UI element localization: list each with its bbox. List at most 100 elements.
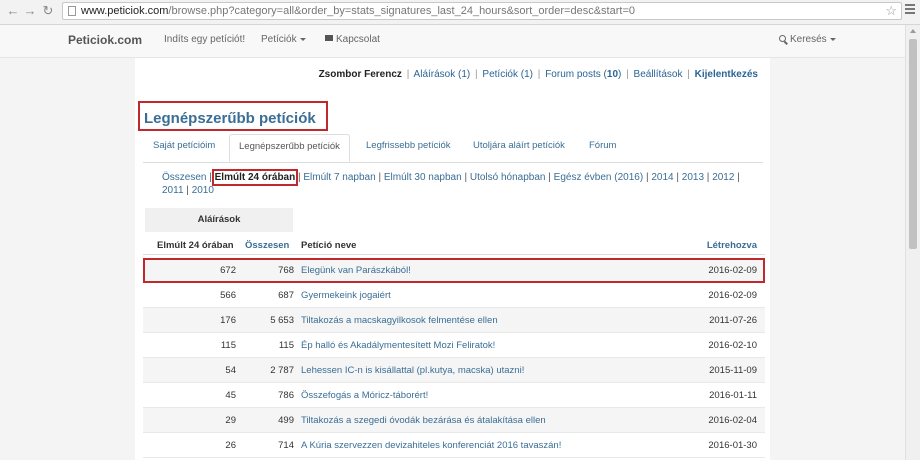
filter-separator: | — [378, 172, 382, 183]
page-icon — [68, 6, 76, 16]
filter-2010[interactable]: 2010 — [192, 185, 214, 196]
tab-my-petitions[interactable]: Saját petícióim — [153, 140, 215, 151]
back-arrow-icon[interactable]: ← — [5, 3, 21, 19]
filter-all[interactable]: Összesen — [162, 172, 206, 183]
site-brand[interactable]: Peticiok.com — [68, 33, 142, 47]
site-navbar: Peticiok.com Indíts egy petíciót! Petíci… — [0, 25, 905, 58]
logout-link[interactable]: Kijelentkezés — [695, 69, 758, 80]
filter-separator: | — [209, 172, 212, 183]
col-header-total[interactable]: Összesen — [245, 240, 289, 251]
filter-2013[interactable]: 2013 — [682, 172, 704, 183]
row-created: 2016-02-09 — [708, 265, 757, 276]
scroll-up-arrow-icon[interactable] — [910, 29, 916, 33]
row-petition-link[interactable]: Lehessen IC-n is kisállattal (pl.kutya, … — [301, 365, 524, 376]
row-last24: 26 — [225, 440, 236, 451]
signatures-link[interactable]: Aláírások (1) — [414, 69, 471, 80]
caret-down-icon — [299, 37, 306, 41]
col-header-created[interactable]: Létrehozva — [707, 240, 757, 251]
row-last24: 115 — [220, 340, 236, 351]
bookmark-star-icon[interactable]: ☆ — [885, 3, 897, 19]
contact-link[interactable]: Kapcsolat — [325, 34, 380, 45]
filter-2012[interactable]: 2012 — [712, 172, 734, 183]
username: Zsombor Ferencz — [318, 69, 402, 80]
search-icon — [779, 34, 786, 42]
signatures-count: (1) — [458, 69, 471, 80]
filter-separator: | — [186, 185, 189, 196]
table-row: 29 499 Tiltakozás a szegedi óvodák bezár… — [143, 408, 765, 433]
table-row: 672 768 Elegünk van Parászkából! 2016-02… — [143, 258, 765, 283]
table-row: 115 115 Ép halló és Akadálymentesített M… — [143, 333, 765, 358]
tab-most-popular[interactable]: Legnépszerűbb petíciók — [229, 134, 350, 162]
table-row: 566 687 Gyermekeink jogaiért 2016-02-09 — [143, 283, 765, 308]
filter-separator: | — [548, 172, 551, 183]
row-petition-link[interactable]: Tiltakozás a szegedi óvodák bezárása és … — [301, 415, 546, 426]
filter-last-7d[interactable]: Elmúlt 7 napban — [303, 172, 375, 183]
row-petition-link[interactable]: Összefogás a Móricz-táborért! — [301, 390, 428, 401]
petitions-menu[interactable]: Petíciók — [261, 34, 306, 45]
filter-separator: | — [676, 172, 679, 183]
header-divider — [143, 254, 765, 255]
filter-last-30d[interactable]: Elmúlt 30 napban — [384, 172, 462, 183]
scrollbar-thumb[interactable] — [909, 39, 917, 249]
browser-menu-icon[interactable] — [905, 4, 915, 16]
forum-count-close: ) — [618, 69, 622, 80]
filter-separator: | — [464, 172, 468, 183]
my-petitions-link[interactable]: Petíciók (1) — [482, 69, 533, 80]
filter-last-month[interactable]: Utolsó hónapban — [470, 172, 546, 183]
petitions-menu-label: Petíciók — [261, 34, 297, 45]
row-last24: 176 — [220, 315, 236, 326]
search-menu[interactable]: Keresés — [779, 34, 836, 45]
forward-arrow-icon[interactable]: → — [22, 3, 38, 19]
page-title: Legnépszerűbb petíciók — [144, 110, 316, 127]
row-petition-link[interactable]: Ép halló és Akadálymentesített Mozi Feli… — [301, 340, 495, 351]
row-total: 687 — [278, 290, 294, 301]
page-scrollbar[interactable] — [905, 25, 920, 460]
row-petition-link[interactable]: A Kúria szervezzen devizahiteles konfere… — [301, 440, 561, 451]
table-row: 26 714 A Kúria szervezzen devizahiteles … — [143, 433, 765, 458]
filter-separator: | — [645, 172, 649, 183]
filter-separator: | — [706, 172, 710, 183]
row-created: 2011-07-26 — [709, 315, 757, 326]
time-filter-list: Összesen | Elmúlt 24 órában | Elmúlt 7 n… — [162, 169, 762, 197]
row-total: 2 787 — [270, 365, 294, 376]
filter-last-24h[interactable]: Elmúlt 24 órában — [211, 169, 299, 186]
row-total: 499 — [278, 415, 294, 426]
my-petitions-label: Petíciók — [482, 69, 518, 80]
row-created: 2016-02-04 — [708, 415, 757, 426]
reload-icon[interactable]: ↻ — [40, 3, 56, 19]
row-petition-link[interactable]: Tiltakozás a macskagyilkosok felmentése … — [301, 315, 498, 326]
tab-newest[interactable]: Legfrissebb petíciók — [366, 140, 451, 151]
row-last24: 672 — [220, 265, 236, 276]
signatures-group-header: Aláírások — [145, 208, 293, 232]
settings-link[interactable]: Beállítások — [634, 69, 683, 80]
row-petition-link[interactable]: Elegünk van Parászkából! — [301, 265, 411, 276]
row-created: 2016-01-11 — [709, 390, 757, 401]
row-total: 5 653 — [270, 315, 294, 326]
filter-2014[interactable]: 2014 — [651, 172, 673, 183]
filter-separator: | — [298, 172, 301, 183]
tab-bar: Saját petícióim Legnépszerűbb petíciók L… — [143, 134, 763, 163]
row-total: 714 — [278, 440, 294, 451]
forum-posts-label: Forum posts — [545, 69, 601, 80]
separator: | — [687, 69, 690, 80]
start-petition-link[interactable]: Indíts egy petíciót! — [164, 34, 245, 45]
url-text[interactable]: www.peticiok.com/browse.php?category=all… — [81, 5, 635, 18]
user-bar: Zsombor Ferencz | Aláírások (1) | Petíci… — [319, 69, 758, 80]
caret-down-icon — [829, 37, 836, 41]
filter-2011[interactable]: 2011 — [162, 185, 184, 196]
separator: | — [626, 69, 629, 80]
contact-label: Kapcsolat — [336, 34, 380, 45]
row-last24: 29 — [225, 415, 236, 426]
filter-whole-year[interactable]: Egész évben (2016) — [554, 172, 644, 183]
address-bar[interactable]: www.peticiok.com/browse.php?category=all… — [62, 2, 902, 20]
my-petitions-count: (1) — [520, 69, 534, 80]
row-last24: 45 — [225, 390, 236, 401]
tab-last-signed[interactable]: Utoljára aláírt petíciók — [473, 140, 565, 151]
row-petition-link[interactable]: Gyermekeink jogaiért — [301, 290, 391, 301]
tab-forum[interactable]: Fórum — [589, 140, 616, 151]
search-label: Keresés — [790, 34, 827, 45]
table-row: 54 2 787 Lehessen IC-n is kisállattal (p… — [143, 358, 765, 383]
row-created: 2016-01-30 — [708, 440, 757, 451]
forum-posts-link[interactable]: Forum posts (10) — [545, 69, 621, 80]
forum-posts-count: 10 — [606, 69, 619, 80]
